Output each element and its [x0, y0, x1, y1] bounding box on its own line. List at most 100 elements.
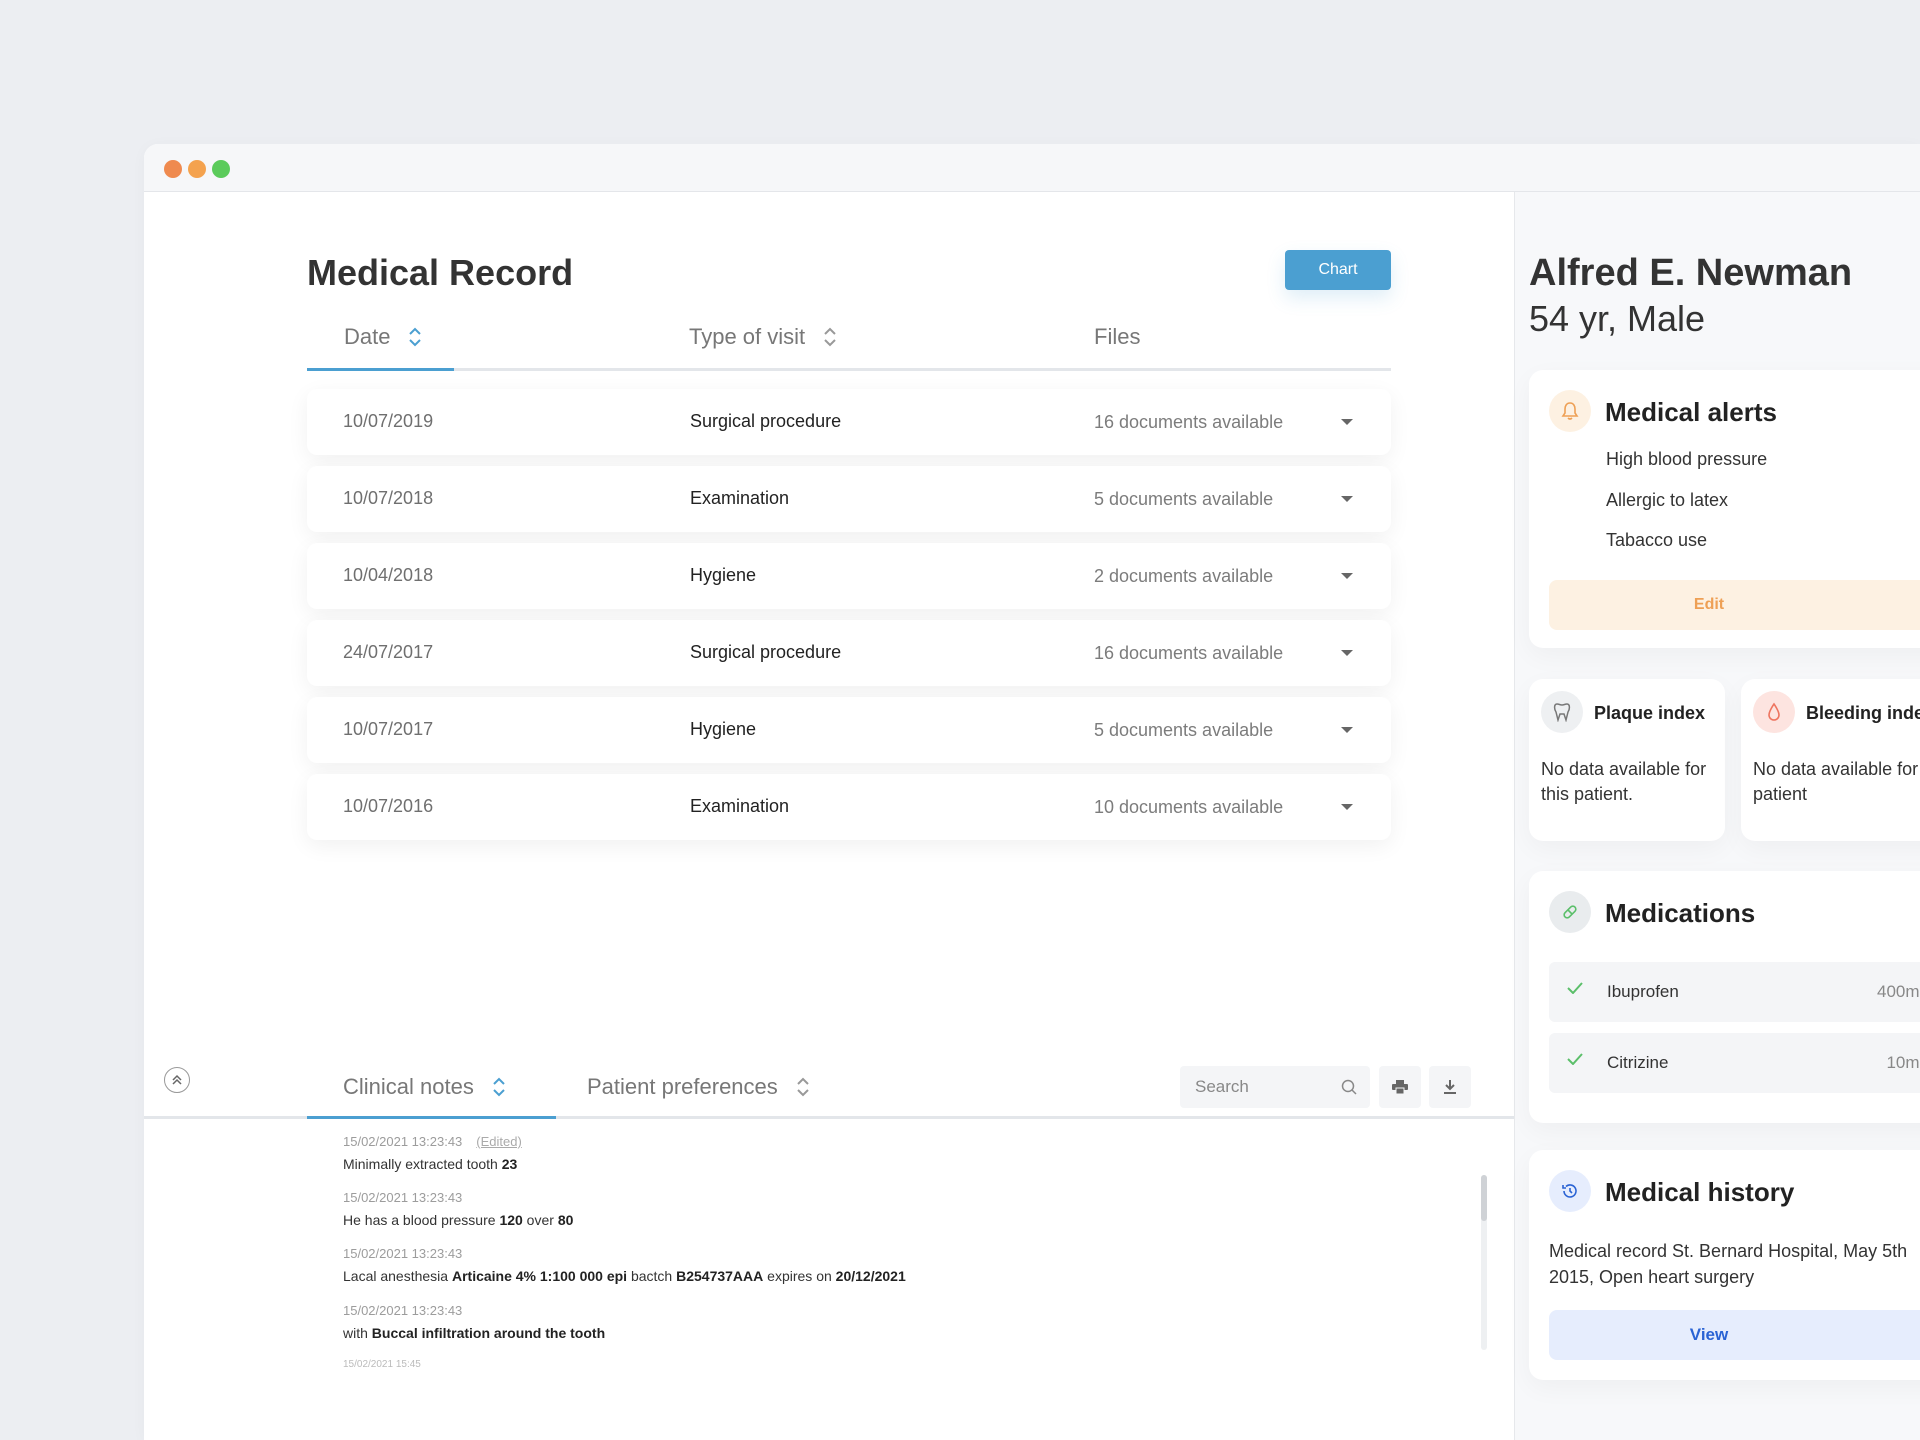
close-window-button[interactable]	[164, 160, 182, 178]
plaque-index-text: No data available for this patient.	[1541, 759, 1707, 804]
record-type: Hygiene	[690, 565, 757, 585]
expand-caret-icon[interactable]	[1341, 727, 1353, 733]
tab-label: Clinical notes	[343, 1074, 474, 1099]
record-files: 5 documents available	[1094, 720, 1274, 740]
bell-icon	[1549, 390, 1591, 432]
collapse-notes-button[interactable]	[164, 1067, 190, 1093]
record-row[interactable]: 10/07/2018 Examination 5 documents avail…	[307, 466, 1391, 532]
expand-caret-icon[interactable]	[1341, 496, 1353, 502]
medical-record-panel: Medical Record Chart Date Type of visit …	[144, 192, 1514, 1440]
column-header-type[interactable]: Type of visit	[689, 324, 837, 350]
download-button[interactable]	[1429, 1066, 1471, 1108]
view-history-button[interactable]: View	[1549, 1310, 1920, 1360]
record-type: Surgical procedure	[690, 411, 842, 431]
bleeding-index-card: Bleeding index No data available for thi…	[1741, 679, 1920, 841]
active-sort-indicator	[307, 368, 454, 371]
plaque-index-title: Plaque index	[1594, 703, 1706, 723]
medication-dose: 10mg	[1886, 1053, 1920, 1072]
printer-icon	[1392, 1080, 1408, 1094]
note-emphasis: 23	[501, 1156, 518, 1172]
edit-alerts-button[interactable]: Edit	[1549, 580, 1920, 630]
column-header-date[interactable]: Date	[344, 324, 422, 350]
note-emphasis: 20/12/2021	[835, 1268, 906, 1284]
note-fragment: over	[522, 1212, 558, 1228]
note-text: Minimally extracted tooth 23	[343, 1156, 522, 1172]
record-type: Surgical procedure	[690, 642, 842, 662]
note-fragment: Lacal anesthesia	[343, 1268, 452, 1284]
record-date: 10/07/2018	[343, 488, 434, 508]
note-timestamp: 15/02/2021 13:23:43	[343, 1190, 463, 1205]
tab-patient-preferences[interactable]: Patient preferences	[587, 1074, 810, 1100]
patient-info: 54 yr, Male	[1529, 298, 1706, 339]
drop-icon	[1753, 691, 1795, 733]
print-button[interactable]	[1379, 1066, 1421, 1108]
bleeding-index-title: Bleeding index	[1806, 703, 1920, 723]
note-emphasis: B254737AAA	[676, 1268, 764, 1284]
expand-caret-icon[interactable]	[1341, 650, 1353, 656]
note-text: He has a blood pressure 120 over 80	[343, 1212, 573, 1228]
column-header-label: Date	[344, 324, 391, 349]
note-timestamp: 15/02/2021 13:23:43	[343, 1303, 463, 1318]
medication-name: Citrizine	[1607, 1053, 1669, 1072]
double-chevron-up-icon	[172, 1074, 182, 1085]
header-divider	[307, 368, 1391, 371]
record-row[interactable]: 10/04/2018 Hygiene 2 documents available	[307, 543, 1391, 609]
record-type: Hygiene	[690, 719, 757, 739]
record-row[interactable]: 10/07/2017 Hygiene 5 documents available	[307, 697, 1391, 763]
record-type: Examination	[690, 488, 790, 508]
record-files: 10 documents available	[1094, 797, 1284, 817]
record-date: 10/07/2017	[343, 719, 434, 739]
record-date: 10/07/2019	[343, 411, 434, 431]
history-icon	[1549, 1170, 1591, 1212]
note-item-partial: 15/02/2021 15:45	[343, 1359, 421, 1370]
patient-panel: Alfred E. Newman 54 yr, Male Medical ale…	[1515, 192, 1920, 1440]
column-header-files: Files	[1094, 324, 1140, 350]
note-item: 15/02/2021 13:23:43 Lacal anesthesia Art…	[343, 1246, 906, 1284]
expand-caret-icon[interactable]	[1341, 804, 1353, 810]
alert-item: Allergic to latex	[1606, 490, 1729, 510]
record-date: 10/04/2018	[343, 565, 434, 585]
maximize-window-button[interactable]	[212, 160, 230, 178]
medication-dose: 400mg	[1877, 982, 1920, 1001]
record-date: 10/07/2016	[343, 796, 434, 816]
search-placeholder: Search	[1195, 1077, 1249, 1096]
page-title: Medical Record	[307, 252, 574, 293]
record-row[interactable]: 10/07/2019 Surgical procedure 16 documen…	[307, 389, 1391, 455]
check-icon	[1567, 982, 1583, 994]
note-emphasis: 80	[557, 1212, 574, 1228]
patient-name: Alfred E. Newman	[1529, 252, 1853, 294]
record-files: 16 documents available	[1094, 643, 1284, 663]
note-timestamp: 15/02/2021 15:45	[343, 1359, 421, 1370]
medications-card: Medications Ibuprofen 400mg Citrizine 10…	[1529, 871, 1920, 1123]
chart-button[interactable]: Chart	[1285, 250, 1391, 290]
column-header-label: Type of visit	[689, 324, 806, 349]
note-fragment: bactch	[627, 1268, 677, 1284]
notes-scrollbar[interactable]	[1481, 1175, 1487, 1350]
minimize-window-button[interactable]	[188, 160, 206, 178]
notes-search-input[interactable]: Search	[1180, 1066, 1370, 1108]
active-tab-indicator	[307, 1116, 556, 1119]
medication-row[interactable]: Ibuprofen 400mg	[1549, 962, 1920, 1022]
pill-icon	[1549, 891, 1591, 933]
sort-icon	[409, 327, 422, 347]
tab-clinical-notes[interactable]: Clinical notes	[343, 1074, 506, 1100]
expand-caret-icon[interactable]	[1341, 573, 1353, 579]
note-fragment: He has a blood pressure	[343, 1212, 500, 1228]
note-fragment: with	[343, 1325, 372, 1341]
tab-label: Patient preferences	[587, 1074, 778, 1099]
medication-name: Ibuprofen	[1607, 982, 1679, 1001]
record-row[interactable]: 10/07/2016 Examination 10 documents avai…	[307, 774, 1391, 840]
note-item: 15/02/2021 13:23:43 with Buccal infiltra…	[343, 1303, 605, 1341]
alert-item: Tabacco use	[1606, 530, 1708, 550]
app-window: Medical Record Chart Date Type of visit …	[144, 144, 1920, 1440]
medication-row[interactable]: Citrizine 10mg	[1549, 1033, 1920, 1093]
column-header-label: Files	[1094, 324, 1141, 349]
scrollbar-thumb[interactable]	[1481, 1175, 1487, 1221]
expand-caret-icon[interactable]	[1341, 419, 1353, 425]
sort-icon	[824, 327, 836, 347]
record-row[interactable]: 24/07/2017 Surgical procedure 16 documen…	[307, 620, 1391, 686]
note-item: 15/02/2021 13:23:43 He has a blood press…	[343, 1190, 573, 1228]
record-files: 16 documents available	[1094, 412, 1284, 432]
note-fragment: Minimally extracted tooth	[343, 1156, 502, 1172]
note-fragment: expires on	[763, 1268, 836, 1284]
